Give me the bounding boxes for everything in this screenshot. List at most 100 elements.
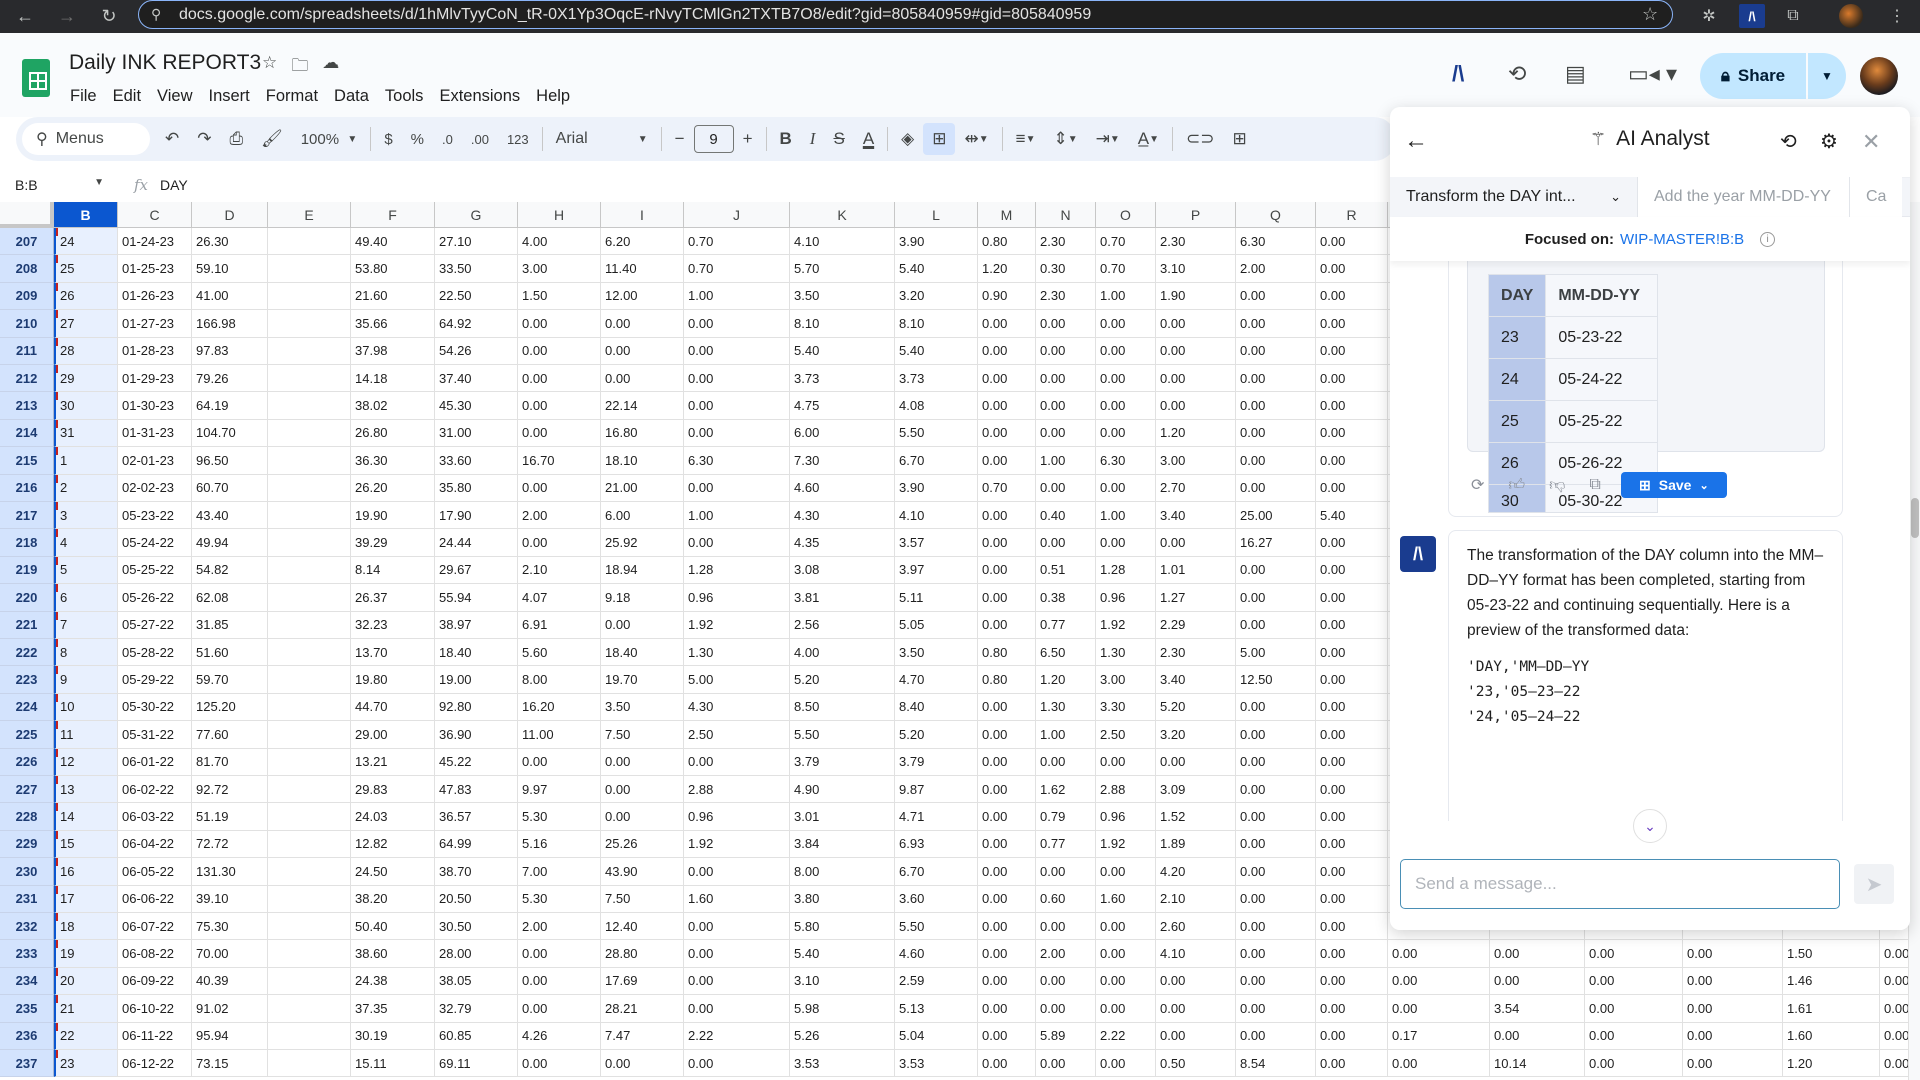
cell-b213[interactable]: 30 [54, 392, 118, 420]
cell-f211[interactable]: 37.98 [351, 337, 435, 365]
search-menus-button[interactable]: ⚲ Menus [22, 123, 150, 155]
cell-q231[interactable]: 0.00 [1236, 885, 1316, 913]
cell-d218[interactable]: 49.94 [192, 529, 268, 557]
merge-cells-icon[interactable]: ⇹ ▼ [955, 129, 997, 149]
cell-q221[interactable]: 0.00 [1236, 611, 1316, 639]
cell-c223[interactable]: 05-29-22 [118, 666, 192, 694]
cell-n231[interactable]: 0.60 [1036, 885, 1096, 913]
cell-o216[interactable]: 0.00 [1096, 474, 1156, 502]
cell-i209[interactable]: 12.00 [601, 282, 684, 311]
cell-r225[interactable]: 0.00 [1316, 721, 1388, 749]
cell-h226[interactable]: 0.00 [518, 748, 601, 776]
share-button[interactable]: 🔒︎ Share [1700, 53, 1806, 99]
tab-add-year[interactable]: Add the year MM-DD-YY [1638, 177, 1850, 217]
formula-input[interactable]: DAY [160, 177, 188, 193]
cell-f225[interactable]: 29.00 [351, 721, 435, 749]
cell-f209[interactable]: 21.60 [351, 282, 435, 311]
cell-d207[interactable]: 26.30 [192, 228, 268, 256]
cell-n222[interactable]: 6.50 [1036, 639, 1096, 667]
cell-c213[interactable]: 01-30-23 [118, 392, 192, 420]
cell-t235[interactable]: 3.54 [1490, 995, 1585, 1023]
cell-d212[interactable]: 79.26 [192, 365, 268, 393]
cell-j218[interactable]: 0.00 [684, 529, 790, 557]
column-header-l[interactable]: L [895, 202, 978, 228]
cell-k209[interactable]: 3.50 [790, 282, 895, 311]
cell-n232[interactable]: 0.00 [1036, 913, 1096, 941]
cell-c221[interactable]: 05-27-22 [118, 611, 192, 639]
cell-h235[interactable]: 0.00 [518, 995, 601, 1023]
cell-r209[interactable]: 0.00 [1316, 282, 1388, 311]
column-header-d[interactable]: D [192, 202, 268, 228]
cell-r214[interactable]: 0.00 [1316, 419, 1388, 448]
cell-n212[interactable]: 0.00 [1036, 365, 1096, 393]
cell-q225[interactable]: 0.00 [1236, 721, 1316, 749]
cell-k214[interactable]: 6.00 [790, 419, 895, 448]
insert-link-icon[interactable]: ⊂⊃ [1177, 129, 1224, 149]
cell-l225[interactable]: 5.20 [895, 721, 978, 749]
cell-m232[interactable]: 0.00 [978, 913, 1036, 941]
menu-edit[interactable]: Edit [105, 83, 149, 110]
cell-i207[interactable]: 6.20 [601, 228, 684, 256]
cell-u235[interactable]: 0.00 [1585, 995, 1683, 1023]
cell-p234[interactable]: 0.00 [1156, 967, 1236, 996]
cell-e220[interactable] [268, 584, 351, 612]
cell-e207[interactable] [268, 228, 351, 256]
row-header[interactable]: 237 [0, 1050, 54, 1078]
cell-d227[interactable]: 92.72 [192, 776, 268, 804]
cell-i216[interactable]: 21.00 [601, 474, 684, 502]
insert-comment-icon[interactable]: ⊞ [1224, 129, 1256, 149]
cell-f207[interactable]: 49.40 [351, 228, 435, 256]
cell-q233[interactable]: 0.00 [1236, 940, 1316, 968]
row-header[interactable]: 227 [0, 776, 54, 804]
url-text[interactable]: docs.google.com/spreadsheets/d/1hMlvTyyC… [179, 6, 1642, 24]
cell-c237[interactable]: 06-12-22 [118, 1050, 192, 1078]
cell-b208[interactable]: 25 [54, 255, 118, 283]
cell-d213[interactable]: 64.19 [192, 392, 268, 420]
cell-d210[interactable]: 166.98 [192, 310, 268, 338]
column-header-b[interactable]: B [54, 202, 118, 228]
increase-font-size-button[interactable]: + [734, 129, 762, 149]
history-icon[interactable]: ⟲ [1780, 129, 1797, 154]
cell-f214[interactable]: 26.80 [351, 419, 435, 448]
cell-k224[interactable]: 8.50 [790, 693, 895, 722]
extensions-icon[interactable]: ⧉ [1780, 4, 1806, 28]
cell-h216[interactable]: 0.00 [518, 474, 601, 502]
cell-p223[interactable]: 3.40 [1156, 666, 1236, 694]
cell-o225[interactable]: 2.50 [1096, 721, 1156, 749]
cell-b220[interactable]: 6 [54, 584, 118, 612]
cell-k213[interactable]: 4.75 [790, 392, 895, 420]
cell-r227[interactable]: 0.00 [1316, 776, 1388, 804]
row-header[interactable]: 209 [0, 282, 54, 311]
column-header-o[interactable]: O [1096, 202, 1156, 228]
bold-button[interactable]: B [771, 129, 801, 149]
cell-q210[interactable]: 0.00 [1236, 310, 1316, 338]
column-header-k[interactable]: K [790, 202, 895, 228]
cell-r237[interactable]: 0.00 [1316, 1050, 1388, 1078]
cell-m230[interactable]: 0.00 [978, 858, 1036, 886]
cell-e234[interactable] [268, 967, 351, 996]
cell-n229[interactable]: 0.77 [1036, 830, 1096, 859]
column-header-j[interactable]: J [684, 202, 790, 228]
cell-n220[interactable]: 0.38 [1036, 584, 1096, 612]
cell-f226[interactable]: 13.21 [351, 748, 435, 776]
cell-r216[interactable]: 0.00 [1316, 474, 1388, 502]
row-header[interactable]: 229 [0, 830, 54, 859]
cell-r231[interactable]: 0.00 [1316, 885, 1388, 913]
more-formats-button[interactable]: 123 [498, 132, 538, 147]
cell-p222[interactable]: 2.30 [1156, 639, 1236, 667]
cell-r233[interactable]: 0.00 [1316, 940, 1388, 968]
cell-h233[interactable]: 0.00 [518, 940, 601, 968]
row-header[interactable]: 233 [0, 940, 54, 968]
ai-analyst-extension-icon[interactable]: /\ [1739, 4, 1765, 28]
cell-h214[interactable]: 0.00 [518, 419, 601, 448]
cell-i227[interactable]: 0.00 [601, 776, 684, 804]
cell-d234[interactable]: 40.39 [192, 967, 268, 996]
cell-i214[interactable]: 16.80 [601, 419, 684, 448]
cell-m211[interactable]: 0.00 [978, 337, 1036, 365]
cell-o222[interactable]: 1.30 [1096, 639, 1156, 667]
back-icon[interactable]: ← [12, 6, 38, 27]
font-select[interactable]: Arial ▼ [547, 130, 657, 148]
cell-j209[interactable]: 1.00 [684, 282, 790, 311]
cell-p219[interactable]: 1.01 [1156, 556, 1236, 585]
thumbs-up-icon[interactable]: 👍︎ [1508, 476, 1525, 495]
